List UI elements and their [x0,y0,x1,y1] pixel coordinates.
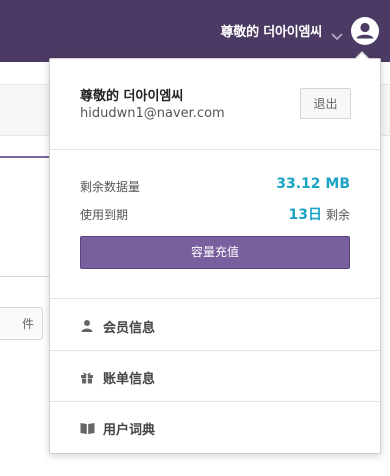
book-icon [80,420,95,434]
expiry-value-group: 13日 剩余 [289,204,351,224]
remaining-data-label: 剩余数据量 [80,180,141,194]
top-bar: 尊敬的 더아이엠씨 [0,0,390,62]
profile-section: 尊敬的 더아이엠씨 hidudwn1@naver.com 退出 [50,59,380,150]
remaining-data-value: 33.12 MB [276,176,350,192]
logout-button[interactable]: 退出 [300,88,351,119]
expiry-days-value: 13日 [288,207,322,223]
profile-email: hidudwn1@naver.com [80,106,225,121]
gift-icon [80,369,94,384]
background-divider [0,276,52,277]
expiry-suffix: 剩余 [325,208,350,222]
menu-item-member-info[interactable]: 会员信息 [50,300,380,351]
menu-item-user-dictionary[interactable]: 用户词典 [50,402,380,453]
menu-item-label: 会员信息 [103,321,156,336]
header-user-name[interactable]: 尊敬的 더아이엠씨 [220,21,322,40]
menu-item-billing-info[interactable]: 账单信息 [50,351,380,402]
recharge-button[interactable]: 容量充值 [80,236,350,269]
user-icon [80,318,94,332]
user-avatar-icon[interactable] [351,17,379,45]
chevron-down-icon[interactable] [331,26,343,41]
background-button[interactable]: 件 [0,307,43,340]
menu-item-label: 用户词典 [103,423,156,438]
profile-name: 尊敬的 더아이엠씨 [80,89,184,104]
background-active-underline [0,156,52,158]
user-dropdown-menu: 尊敬的 더아이엠씨 hidudwn1@naver.com 退出 剩余数据量 33… [49,51,381,454]
usage-section: 剩余数据量 33.12 MB 使用到期 13日 剩余 容量充值 [50,150,380,299]
expiry-label: 使用到期 [80,208,129,222]
menu-item-label: 账单信息 [103,372,156,387]
